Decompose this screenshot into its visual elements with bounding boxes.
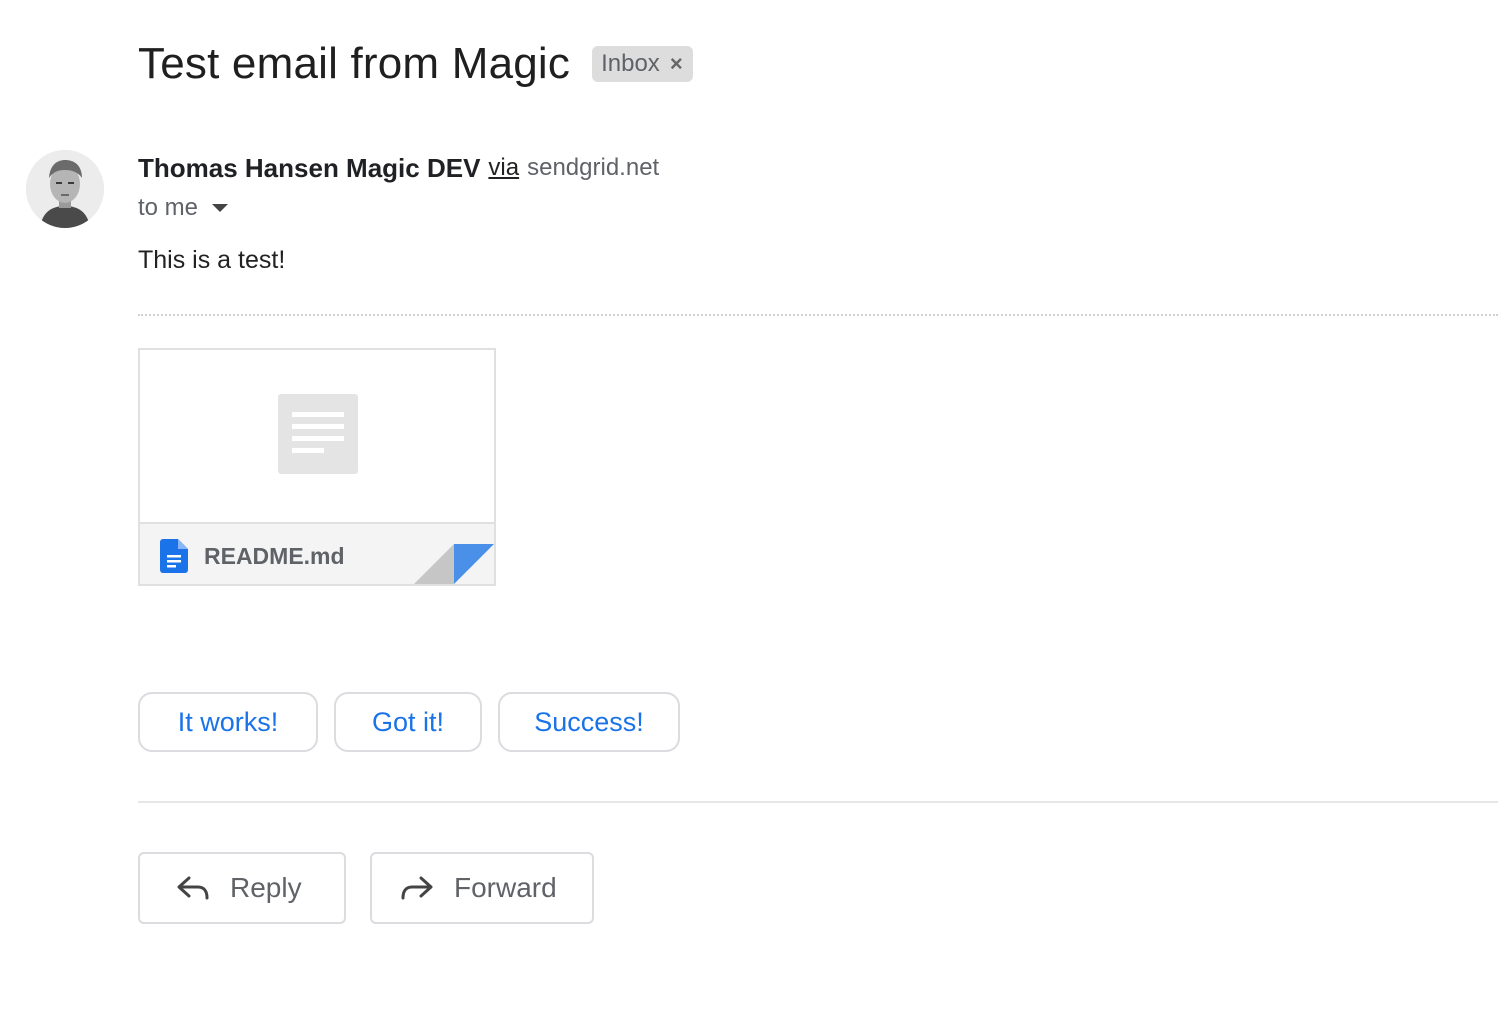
sender-name[interactable]: Thomas Hansen Magic DEV	[138, 153, 480, 184]
smart-reply-it-works[interactable]: It works!	[138, 692, 318, 752]
sender-avatar[interactable]	[26, 150, 104, 228]
forward-button[interactable]: Forward	[370, 852, 594, 924]
smart-reply-got-it[interactable]: Got it!	[334, 692, 482, 752]
forward-label: Forward	[454, 872, 557, 903]
attachments-divider	[138, 314, 1498, 316]
recipient-details-toggle[interactable]: to me	[138, 192, 229, 224]
smart-reply-success[interactable]: Success!	[498, 692, 680, 752]
document-thumbnail-icon	[278, 394, 358, 474]
actions-divider	[138, 801, 1498, 803]
inbox-label-chip[interactable]: Inbox ×	[592, 46, 693, 82]
via-link[interactable]: via	[488, 154, 519, 182]
doc-file-icon	[160, 539, 188, 573]
recipient-text: to me	[138, 194, 199, 221]
label-name: Inbox	[601, 50, 660, 77]
reply-icon	[177, 876, 209, 900]
chevron-down-icon[interactable]	[212, 204, 229, 212]
email-body: This is a test!	[138, 246, 286, 274]
message-actions: Reply Forward	[138, 852, 618, 924]
page-fold-icon	[414, 544, 494, 584]
reply-label: Reply	[230, 872, 302, 903]
email-subject: Test email from Magic	[138, 39, 571, 88]
avatar-portrait	[26, 150, 104, 228]
sender-row: Thomas Hansen Magic DEV via sendgrid.net	[138, 150, 659, 186]
smart-replies: It works! Got it! Success!	[138, 692, 696, 752]
attachment-preview[interactable]	[140, 350, 494, 522]
reply-button[interactable]: Reply	[138, 852, 346, 924]
attachment-file-name: README.md	[204, 542, 345, 569]
attachment-card[interactable]: README.md	[138, 348, 496, 586]
via-domain: sendgrid.net	[527, 154, 660, 181]
remove-label-icon[interactable]: ×	[670, 51, 683, 77]
subject-row: Test email from Magic Inbox ×	[138, 36, 693, 92]
forward-icon	[401, 876, 433, 900]
